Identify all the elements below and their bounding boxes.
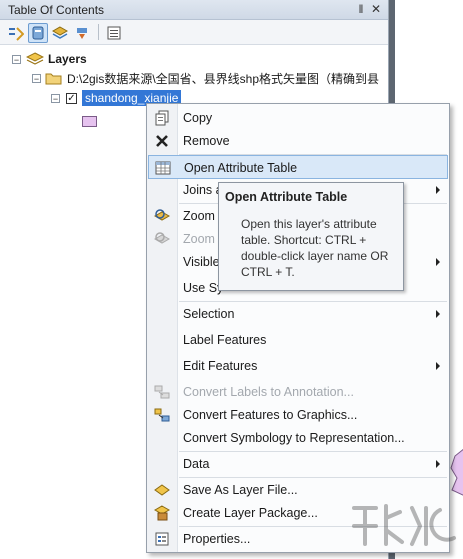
menu-item-label: Copy xyxy=(183,111,213,125)
layers-label: Layers xyxy=(48,52,87,66)
tree-row-folder[interactable]: − D:\2gis数据来源\全国省、县界线shp格式矢量图（精确到县 xyxy=(32,69,397,87)
copy-icon xyxy=(155,110,169,126)
menu-item-label: Convert Features to Graphics... xyxy=(183,408,358,422)
submenu-arrow-icon xyxy=(436,186,440,194)
options-icon xyxy=(107,26,121,40)
menu-item-label: Selection xyxy=(183,307,235,321)
menu-item-label: Open Attribute Table xyxy=(184,161,298,175)
toc-title: Table Of Contents xyxy=(8,2,105,17)
menu-item-label: Label Features xyxy=(183,333,267,347)
menu-item-label: Joins a xyxy=(183,183,223,197)
list-by-source-button[interactable] xyxy=(28,23,48,43)
remove-icon xyxy=(156,135,168,147)
properties-icon xyxy=(155,532,169,546)
folder-path-label: D:\2gis数据来源\全国省、县界线shp格式矢量图（精确到县 xyxy=(67,71,380,86)
tooltip-title: Open Attribute Table xyxy=(225,190,348,204)
submenu-arrow-icon xyxy=(436,258,440,266)
toc-toolbar xyxy=(0,20,388,45)
menu-item-label: Zoom xyxy=(183,232,215,246)
close-icon[interactable]: ✕ xyxy=(369,2,383,16)
menu-item-selection[interactable]: Selection xyxy=(148,302,448,326)
menu-item-convert-symbology[interactable]: Convert Symbology to Representation... xyxy=(148,426,448,450)
map-feature-shape xyxy=(450,448,463,496)
layers-icon xyxy=(26,52,44,65)
list-by-drawing-order-button[interactable] xyxy=(6,23,26,43)
menu-item-label: Create Layer Package... xyxy=(183,506,318,520)
zoom-to-visible-icon xyxy=(154,232,170,244)
convert-labels-icon xyxy=(154,385,170,399)
watermark-logo xyxy=(352,504,456,546)
list-by-source-icon xyxy=(32,26,44,40)
layer-visibility-checkbox[interactable]: ✓ xyxy=(66,92,77,104)
collapse-icon[interactable]: − xyxy=(32,73,41,83)
menu-item-label: Zoom xyxy=(183,209,215,223)
menu-item-label-features[interactable]: Label Features xyxy=(148,328,448,352)
menu-item-label: Save As Layer File... xyxy=(183,483,298,497)
list-by-selection-icon xyxy=(77,28,87,39)
list-by-selection-button[interactable] xyxy=(72,23,92,43)
menu-item-open-attribute-table[interactable]: Open Attribute Table xyxy=(148,155,448,179)
menu-item-label: Edit Features xyxy=(183,359,258,373)
menu-item-label: Convert Labels to Annotation... xyxy=(183,385,354,399)
legend-swatch xyxy=(82,116,97,127)
menu-item-copy[interactable]: Copy xyxy=(148,106,448,130)
menu-item-remove[interactable]: Remove xyxy=(148,129,448,153)
tree-row-layers[interactable]: − Layers xyxy=(12,50,87,68)
menu-item-label: Remove xyxy=(183,134,230,148)
collapse-icon[interactable]: − xyxy=(12,54,21,64)
convert-features-icon xyxy=(154,408,170,422)
menu-item-convert-labels[interactable]: Convert Labels to Annotation... xyxy=(148,380,448,404)
menu-item-data[interactable]: Data xyxy=(148,452,448,476)
toolbar-separator xyxy=(98,24,99,40)
list-by-visibility-button[interactable] xyxy=(50,23,70,43)
submenu-arrow-icon xyxy=(436,362,440,370)
zoom-to-layer-icon xyxy=(154,209,170,221)
pin-icon[interactable]: ‖ xyxy=(354,2,368,16)
menu-item-label: Visible xyxy=(183,255,220,269)
menu-item-edit-features[interactable]: Edit Features xyxy=(148,354,448,378)
toc-titlebar: Table Of Contents ‖ ✕ xyxy=(0,0,388,20)
collapse-icon[interactable]: − xyxy=(51,93,60,103)
attribute-table-tooltip: Open Attribute Table Open this layer's a… xyxy=(218,182,404,291)
menu-item-label: Data xyxy=(183,457,210,471)
menu-item-convert-features[interactable]: Convert Features to Graphics... xyxy=(148,403,448,427)
list-by-visibility-icon xyxy=(52,26,68,39)
layer-context-menu: Copy Remove Open Attribute Table Joins a… xyxy=(146,103,450,553)
menu-item-label: Properties... xyxy=(183,532,251,546)
list-drawing-order-icon xyxy=(9,27,24,41)
folder-icon xyxy=(45,73,62,85)
save-layer-icon xyxy=(154,484,170,496)
table-icon xyxy=(155,161,171,175)
options-button[interactable] xyxy=(104,23,124,43)
submenu-arrow-icon xyxy=(436,460,440,468)
submenu-arrow-icon xyxy=(436,310,440,318)
tooltip-body: Open this layer's attribute table. Short… xyxy=(241,217,389,279)
menu-item-label: Convert Symbology to Representation... xyxy=(183,431,405,445)
layer-package-icon xyxy=(154,505,170,521)
